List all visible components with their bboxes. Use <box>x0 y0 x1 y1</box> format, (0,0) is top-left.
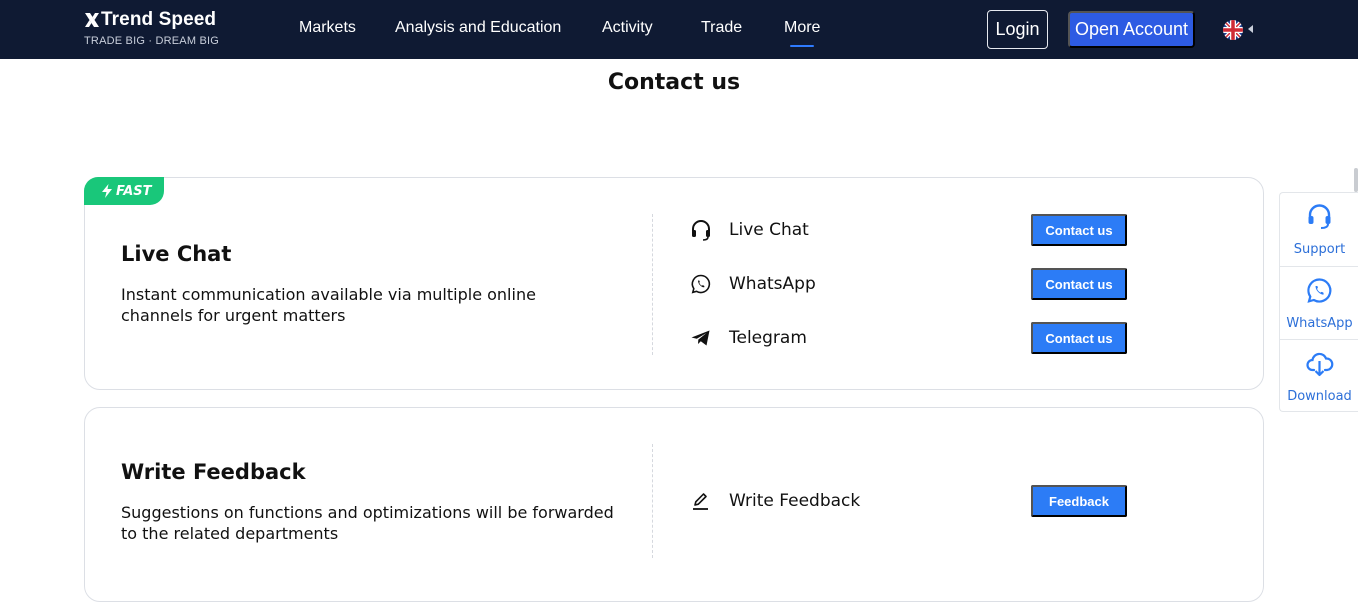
floating-contact-sidebar: Support WhatsApp Download <box>1279 192 1358 412</box>
card-title: Live Chat <box>121 242 232 266</box>
card-divider <box>652 444 653 558</box>
nav-active-indicator <box>790 45 814 47</box>
open-account-button[interactable]: Open Account <box>1068 11 1195 48</box>
logo-text: Trend Speed <box>101 9 217 30</box>
sidebar-item-support[interactable]: Support <box>1280 193 1358 266</box>
nav-markets[interactable]: Markets <box>299 19 356 37</box>
card-divider <box>652 214 653 355</box>
cloud-download-icon <box>1306 352 1334 377</box>
nav-trade[interactable]: Trade <box>701 19 742 37</box>
nav-more[interactable]: More <box>784 19 820 37</box>
uk-flag-icon[interactable] <box>1223 20 1243 40</box>
channel-label: Live Chat <box>729 220 809 240</box>
card-description: Suggestions on functions and optimizatio… <box>121 503 614 543</box>
whatsapp-icon <box>1307 278 1332 303</box>
pencil-icon <box>693 493 708 510</box>
feedback-button[interactable]: Feedback <box>1031 485 1127 517</box>
channel-label: Telegram <box>729 328 807 348</box>
live-chat-card: FAST Live Chat Instant communication ava… <box>84 177 1264 390</box>
channel-row-whatsapp: WhatsApp Contact us <box>689 268 1129 300</box>
top-navigation-bar: Trend Speed TRADE BIG · DREAM BIG Market… <box>0 0 1358 59</box>
page-title: Contact us <box>607 70 741 95</box>
sidebar-item-label: WhatsApp <box>1286 316 1353 331</box>
scrollbar-thumb[interactable] <box>1354 168 1358 192</box>
headset-icon <box>1308 204 1331 229</box>
channel-row-live-chat: Live Chat Contact us <box>689 214 1129 246</box>
live-chat-contact-button[interactable]: Contact us <box>1031 214 1127 246</box>
brand-logo[interactable]: Trend Speed TRADE BIG · DREAM BIG <box>84 9 219 47</box>
channel-label: WhatsApp <box>729 274 816 294</box>
card-title: Write Feedback <box>121 460 306 484</box>
fast-badge-label: FAST <box>116 183 152 199</box>
headset-icon <box>692 220 710 241</box>
sidebar-item-label: Support <box>1293 242 1346 257</box>
channel-row-telegram: Telegram Contact us <box>689 322 1129 354</box>
nav-analysis-and-education[interactable]: Analysis and Education <box>395 19 561 37</box>
telegram-contact-button[interactable]: Contact us <box>1031 322 1127 354</box>
sidebar-item-download[interactable]: Download <box>1280 339 1358 412</box>
language-caret-icon[interactable] <box>1248 25 1253 33</box>
sidebar-item-whatsapp[interactable]: WhatsApp <box>1280 266 1358 339</box>
channel-label: Write Feedback <box>729 491 861 511</box>
logo-tagline: TRADE BIG · DREAM BIG <box>84 35 219 47</box>
write-feedback-card: Write Feedback Suggestions on functions … <box>84 407 1264 602</box>
x-logo-icon <box>85 13 99 27</box>
whatsapp-icon <box>691 274 711 294</box>
login-button[interactable]: Login <box>987 10 1048 49</box>
fast-badge: FAST <box>84 177 164 205</box>
sidebar-item-label: Download <box>1287 389 1352 404</box>
channel-row-write-feedback: Write Feedback Feedback <box>689 485 1129 517</box>
telegram-icon <box>691 330 710 346</box>
whatsapp-contact-button[interactable]: Contact us <box>1031 268 1127 300</box>
card-description: Instant communication available via mult… <box>121 285 536 325</box>
lightning-icon <box>102 184 112 198</box>
nav-activity[interactable]: Activity <box>602 19 653 37</box>
